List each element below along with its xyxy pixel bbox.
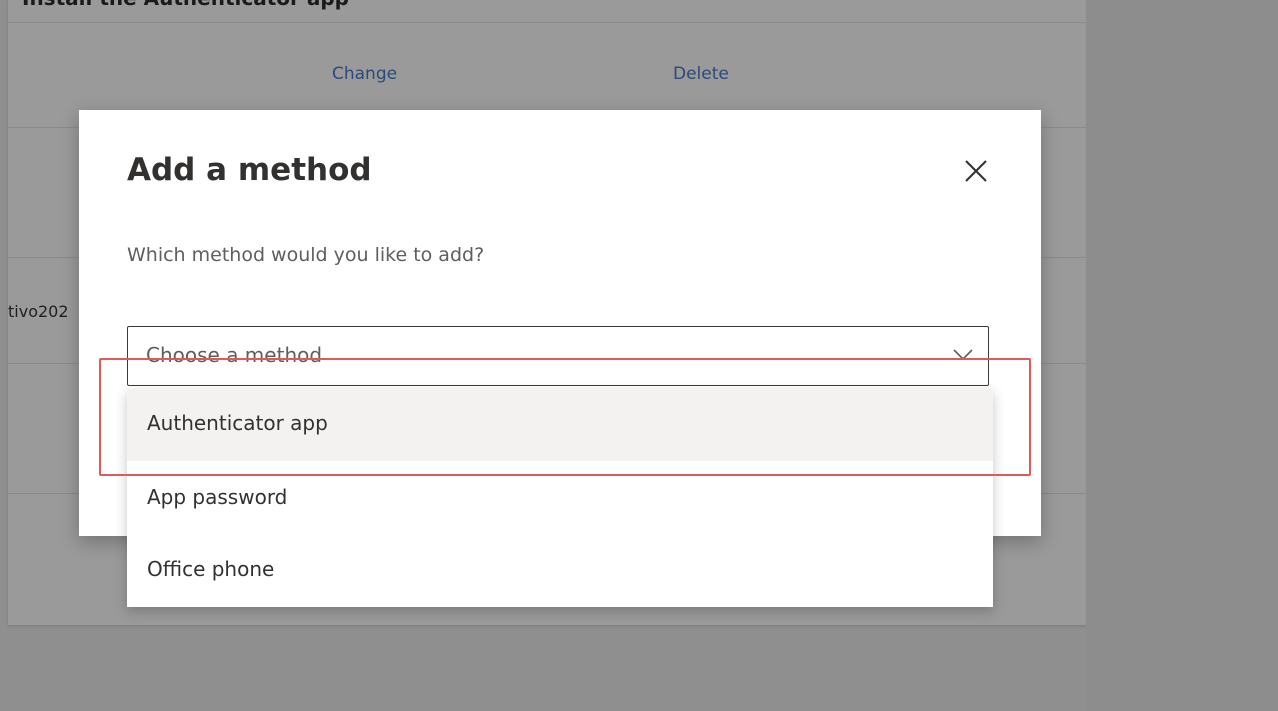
- dialog-title: Add a method: [127, 152, 372, 188]
- background-right-strip: [1086, 0, 1278, 711]
- change-link[interactable]: Change: [332, 64, 397, 84]
- option-app-password[interactable]: App password: [127, 463, 993, 535]
- method-dropdown-list: Authenticator app App password Office ph…: [127, 389, 993, 607]
- background-row-text: tivo202: [8, 302, 69, 321]
- option-label: App password: [147, 485, 288, 509]
- background-heading: Install the Authenticator app: [22, 0, 349, 10]
- background-divider: [8, 22, 1086, 23]
- dialog-question: Which method would you like to add?: [127, 244, 485, 266]
- option-label: Office phone: [147, 557, 275, 581]
- close-icon[interactable]: [961, 156, 991, 186]
- delete-link[interactable]: Delete: [673, 64, 729, 84]
- method-select[interactable]: Choose a method: [127, 326, 989, 386]
- select-placeholder: Choose a method: [146, 343, 323, 367]
- chevron-down-icon: [953, 349, 973, 361]
- option-label: Authenticator app: [147, 411, 328, 435]
- option-office-phone[interactable]: Office phone: [127, 535, 993, 607]
- option-authenticator-app[interactable]: Authenticator app: [127, 389, 993, 461]
